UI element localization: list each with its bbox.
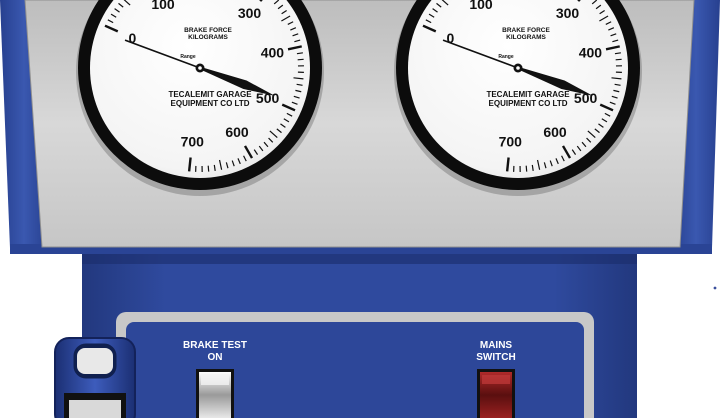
gauge-scale-label: 300 xyxy=(556,5,580,21)
gauge-range-label: Range xyxy=(180,54,196,60)
gauge-scale-label: 100 xyxy=(151,0,175,12)
gauge-maker-line1: TECALEMIT GARAGE xyxy=(486,90,570,99)
gauge-scale-label: 400 xyxy=(261,45,285,61)
brake-test-label-line1: BRAKE TEST xyxy=(183,340,247,351)
gauge-scale-label: 200 xyxy=(514,0,538,2)
gauge-scale-label: 600 xyxy=(543,124,567,140)
gauge-tick xyxy=(207,165,210,172)
gauge-scale-label: 300 xyxy=(238,5,262,21)
gauge-tick xyxy=(525,165,528,172)
gauge-tick xyxy=(505,157,510,172)
edge-speck xyxy=(713,286,717,290)
gauge-title-line1: BRAKE FORCE xyxy=(184,27,232,34)
control-panel-face xyxy=(126,322,584,418)
brake-tester-scene: 0100200300400500600700BRAKE FORCEKILOGRA… xyxy=(0,0,720,418)
gauge-tick xyxy=(187,157,192,172)
brake-test-switch[interactable] xyxy=(196,369,234,418)
gauge-scale-label: 700 xyxy=(181,134,205,150)
gauge-maker-line2: EQUIPMENT CO LTD xyxy=(171,99,250,108)
gauge-title-line2: KILOGRAMS xyxy=(506,34,546,41)
mains-label-line2: SWITCH xyxy=(476,352,515,363)
mains-switch[interactable] xyxy=(477,369,515,418)
gauge-maker-line1: TECALEMIT GARAGE xyxy=(168,90,252,99)
gauge-title-line2: KILOGRAMS xyxy=(188,34,228,41)
gauge-scale-label: 200 xyxy=(196,0,220,2)
gauge-scale-label: 600 xyxy=(225,124,249,140)
gauge-hub-cap xyxy=(516,66,520,70)
gauge-tick xyxy=(615,58,622,61)
gauge-hub-cap xyxy=(198,66,202,70)
gauge-maker-line2: EQUIPMENT CO LTD xyxy=(489,99,568,108)
gauge-tick xyxy=(297,58,304,61)
gauge-scale-label: 400 xyxy=(579,45,603,61)
gauge-range-label: Range xyxy=(498,54,514,60)
brake-test-label-line2: ON xyxy=(208,352,223,363)
gauge-scale-label: 700 xyxy=(499,134,523,150)
mains-label-line1: MAINS xyxy=(480,340,513,351)
remote-handset-icon[interactable] xyxy=(54,337,136,418)
gauge-scale-label: 100 xyxy=(469,0,493,12)
gauge-title-line1: BRAKE FORCE xyxy=(502,27,550,34)
